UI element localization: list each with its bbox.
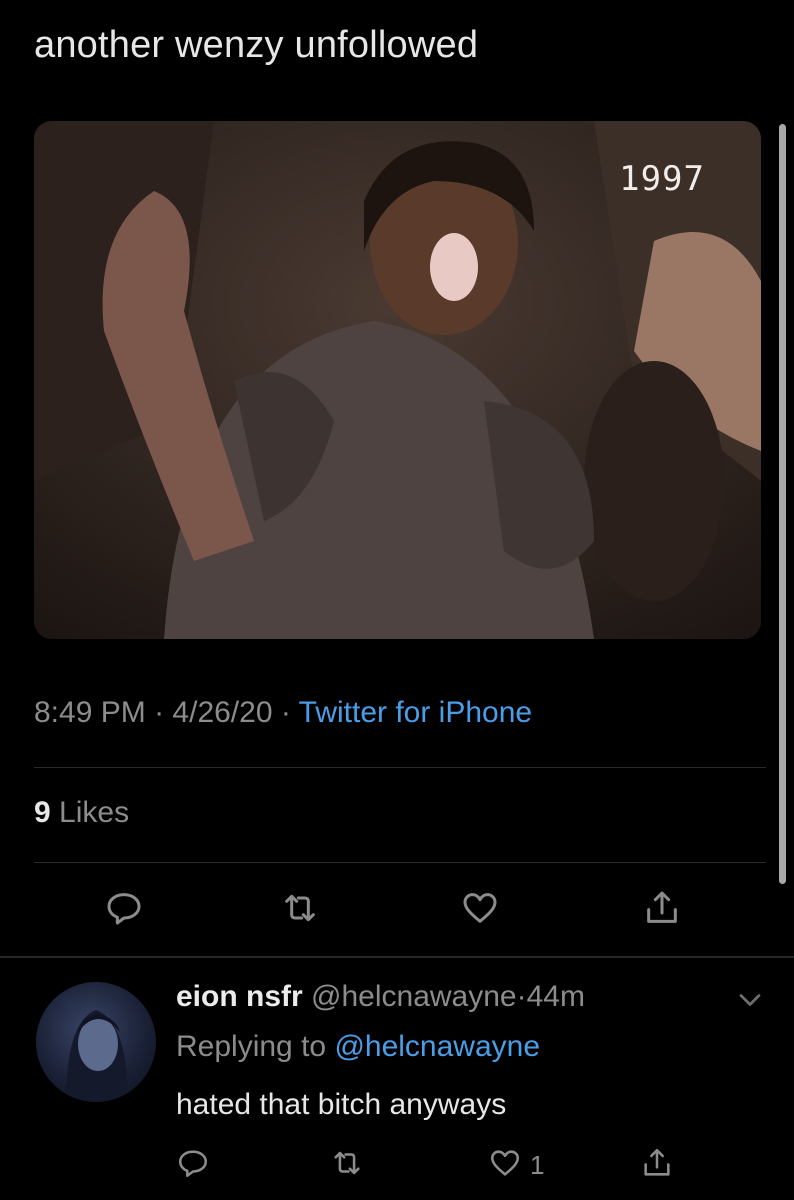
- reply-like-button[interactable]: [488, 1146, 536, 1194]
- retweet-icon: [334, 1151, 360, 1175]
- retweet-button[interactable]: [280, 888, 328, 936]
- like-icon: [490, 1150, 520, 1176]
- tweet-meta: 8:49 PM · 4/26/20 · Twitter for iPhone: [34, 696, 532, 730]
- reply-handle[interactable]: @helcnawayne: [311, 980, 517, 1013]
- tweet-source-link[interactable]: Twitter for iPhone: [299, 696, 532, 729]
- share-icon: [647, 891, 677, 923]
- reply-reply-button[interactable]: [176, 1146, 224, 1194]
- reply-text: hated that bitch anyways: [176, 1088, 507, 1121]
- reply-button[interactable]: [104, 888, 152, 936]
- more-options-button[interactable]: [732, 982, 768, 1018]
- tweet-media[interactable]: 1997: [34, 121, 761, 639]
- likes-count: 9: [34, 796, 51, 829]
- divider: [34, 862, 766, 863]
- divider: [0, 956, 794, 958]
- reply-retweet-button[interactable]: [330, 1146, 378, 1194]
- replying-to-label: Replying to: [176, 1030, 327, 1063]
- chevron-down-icon: [739, 994, 761, 1006]
- replying-to-line: Replying to @helcnawayne: [176, 1030, 540, 1064]
- replying-to-mention[interactable]: @helcnawayne: [334, 1030, 540, 1063]
- reply-age: 44m: [526, 980, 585, 1013]
- reply-actions: 1: [0, 1146, 794, 1186]
- reply-like-count: 1: [530, 1150, 545, 1180]
- tweet-text: another wenzy unfollowed: [34, 24, 479, 66]
- avatar-image: [66, 1010, 128, 1102]
- likes-label: Likes: [59, 796, 130, 829]
- meta-separator: ·: [280, 696, 291, 729]
- reply-icon: [107, 893, 141, 925]
- tweet-time: 8:49 PM: [34, 696, 146, 729]
- share-icon: [644, 1148, 670, 1176]
- meta-separator: ·: [154, 696, 165, 729]
- divider: [34, 767, 766, 768]
- avatar[interactable]: [36, 982, 156, 1102]
- scrollbar[interactable]: [779, 124, 786, 884]
- reply-icon: [178, 1150, 208, 1178]
- retweet-icon: [285, 894, 315, 922]
- reply-tweet[interactable]: eion nsfr @helcnawayne·44m Replying to @…: [0, 960, 794, 1200]
- media-year-caption: 1997: [619, 159, 705, 199]
- like-icon: [463, 893, 497, 923]
- likes-link[interactable]: 9 Likes: [34, 796, 129, 830]
- reply-header: eion nsfr @helcnawayne·44m: [176, 980, 585, 1014]
- reply-separator: ·: [516, 980, 527, 1013]
- reply-display-name[interactable]: eion nsfr: [176, 980, 303, 1013]
- like-button[interactable]: [460, 888, 508, 936]
- reply-share-button[interactable]: [640, 1146, 688, 1194]
- share-button[interactable]: [642, 888, 690, 936]
- tweet-actions: [0, 888, 794, 936]
- tweet-date: 4/26/20: [172, 696, 273, 729]
